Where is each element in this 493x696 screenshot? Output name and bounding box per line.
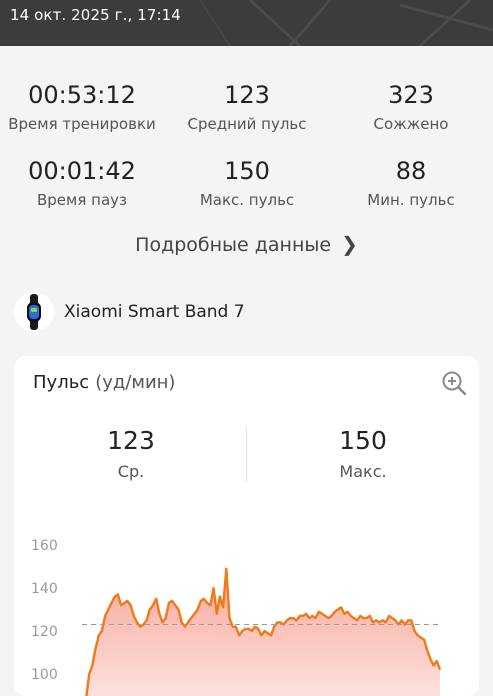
max-pulse-label: Макс. xyxy=(339,462,387,481)
stat-label: Сожжено xyxy=(373,115,449,133)
heart-rate-card: Пульс (уд/мин) 123 Ср. 150 Макс. 160 140 12… xyxy=(14,356,479,696)
stat-value: 323 xyxy=(388,81,434,109)
device-name: Xiaomi Smart Band 7 xyxy=(64,302,245,322)
stat-burned: 323 Сожжено xyxy=(331,80,491,134)
stat-workout-time: 00:53:12 Время тренировки xyxy=(2,80,162,134)
stat-label: Время тренировки xyxy=(8,115,156,133)
device-row[interactable]: Xiaomi Smart Band 7 xyxy=(14,290,245,334)
max-pulse-value: 150 xyxy=(339,426,387,455)
card-title: Пульс (уд/мин) xyxy=(33,372,175,393)
stat-avg-pulse: 123 Средний пульс xyxy=(167,80,327,134)
stat-value: 123 xyxy=(224,81,270,109)
workout-datetime: 14 окт. 2025 г., 17:14 xyxy=(10,6,181,24)
avg-pulse-value: 123 xyxy=(107,426,155,455)
avg-pulse-summary: 123 Ср. xyxy=(41,426,221,481)
stat-label: Макс. пульс xyxy=(199,191,295,209)
stat-label: Средний пульс xyxy=(187,115,307,133)
max-pulse-summary: 150 Макс. xyxy=(273,426,453,481)
stat-value: 88 xyxy=(395,157,427,185)
stat-label: Время пауз xyxy=(37,191,127,209)
heart-rate-chart: 160 140 120 100 xyxy=(31,538,442,696)
card-title-text: Пульс xyxy=(33,372,90,393)
stat-label: Мин. пульс xyxy=(367,191,455,209)
band-icon xyxy=(14,292,54,332)
card-unit: (уд/мин) xyxy=(95,372,176,393)
y-tick-label: 120 xyxy=(31,624,58,640)
y-tick-label: 100 xyxy=(31,667,58,683)
y-tick-label: 160 xyxy=(31,538,58,554)
stat-value: 00:53:12 xyxy=(28,81,136,109)
header-bar: 14 окт. 2025 г., 17:14 xyxy=(0,0,493,46)
details-link-label: Подробные данные xyxy=(135,234,332,256)
stat-min-pulse: 88 Мин. пульс xyxy=(331,156,491,210)
summary-divider xyxy=(246,426,247,482)
stat-max-pulse: 150 Макс. пульс xyxy=(167,156,327,210)
avg-pulse-label: Ср. xyxy=(117,462,145,481)
chevron-right-icon: ❯ xyxy=(341,232,358,256)
y-tick-label: 140 xyxy=(31,581,58,597)
zoom-in-icon[interactable] xyxy=(441,370,467,396)
details-link[interactable]: Подробные данные ❯ xyxy=(0,232,493,256)
stat-value: 00:01:42 xyxy=(28,157,136,185)
stat-pause-time: 00:01:42 Время пауз xyxy=(2,156,162,210)
stat-value: 150 xyxy=(224,157,270,185)
